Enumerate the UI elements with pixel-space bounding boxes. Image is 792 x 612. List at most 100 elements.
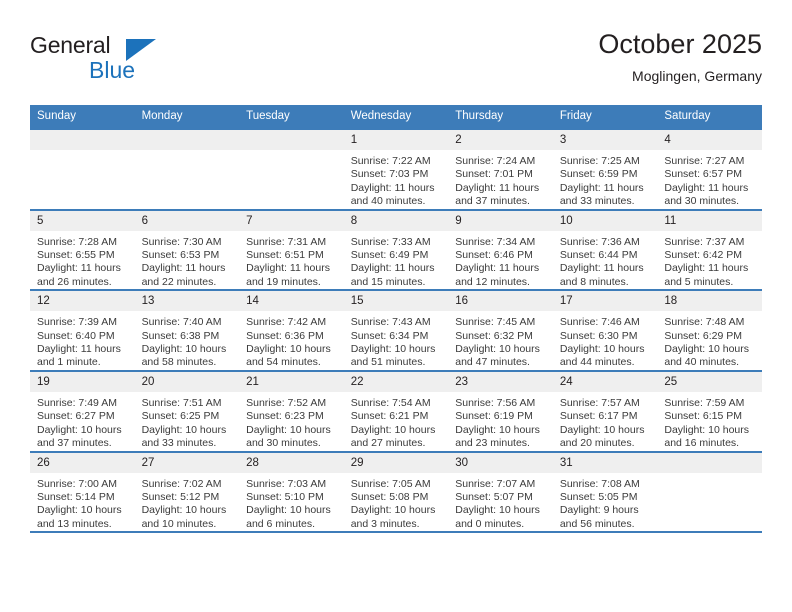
day-sun-info: Sunrise: 7:42 AM Sunset: 6:36 PM Daylight:… — [239, 311, 344, 370]
day-number: 31 — [552, 452, 658, 473]
day-daylight-text: Daylight: 11 hours — [37, 343, 121, 356]
day-daylight-text: and 37 minutes. — [37, 437, 112, 450]
calendar-day-cell[interactable]: 18 Sunrise: 7:48 AM Sunset: 6:29 PM Dayligh… — [657, 289, 762, 371]
calendar-week-row: 12 Sunrise: 7:39 AM Sunset: 6:40 PM Dayligh… — [30, 289, 762, 371]
day-number: 21 — [239, 371, 344, 392]
calendar-day-cell[interactable]: 20 Sunrise: 7:51 AM Sunset: 6:25 PM Dayligh… — [134, 369, 240, 452]
day-sun-info: Sunrise: 7:33 AM Sunset: 6:49 PM Daylight:… — [344, 231, 449, 290]
day-sunrise-text: Sunrise: 7:07 AM — [455, 477, 536, 490]
calendar-day-cell[interactable]: 7 Sunrise: 7:31 AM Sunset: 6:51 PM Daylight… — [239, 208, 344, 291]
day-number — [30, 130, 135, 150]
general-blue-logo[interactable]: General Blue — [30, 32, 230, 88]
day-number: 7 — [239, 210, 344, 231]
day-daylight-text: and 1 minute. — [37, 356, 101, 369]
day-daylight-text: Daylight: 10 hours — [246, 423, 331, 436]
day-daylight-text: and 13 minutes. — [37, 517, 112, 530]
day-number: 1 — [343, 130, 449, 150]
day-sun-info: Sunrise: 7:46 AM Sunset: 6:30 PM Daylight:… — [553, 311, 658, 370]
calendar-day-cell[interactable]: 13 Sunrise: 7:40 AM Sunset: 6:38 PM Dayligh… — [134, 289, 240, 371]
day-sunrise-text: Sunrise: 7:31 AM — [246, 235, 327, 248]
calendar-day-cell[interactable]: 12 Sunrise: 7:39 AM Sunset: 6:40 PM Dayligh… — [30, 289, 135, 371]
day-sunset-text: Sunset: 6:42 PM — [664, 249, 743, 262]
day-daylight-text: Daylight: 11 hours — [455, 181, 540, 194]
calendar-day-cell[interactable]: 15 Sunrise: 7:43 AM Sunset: 6:34 PM Dayligh… — [343, 289, 449, 371]
calendar-day-cell[interactable]: 9 Sunrise: 7:34 AM Sunset: 6:46 PM Daylight… — [448, 208, 553, 291]
calendar-day-cell[interactable]: 26 Sunrise: 7:00 AM Sunset: 5:14 PM Dayligh… — [30, 450, 135, 534]
day-daylight-text: Daylight: 10 hours — [350, 423, 436, 436]
calendar-day-cell[interactable]: 6 Sunrise: 7:30 AM Sunset: 6:53 PM Daylight… — [134, 208, 240, 291]
calendar-day-cell[interactable]: 31 Sunrise: 7:08 AM Sunset: 5:05 PM Dayligh… — [552, 450, 658, 534]
calendar-table: Sunday Monday Tuesday Wednesday Thursday Frid… — [30, 105, 762, 534]
page-subtitle: Moglingen, Germany — [632, 68, 762, 84]
calendar-day-cell[interactable]: 24 Sunrise: 7:57 AM Sunset: 6:17 PM Dayligh… — [552, 369, 658, 452]
day-daylight-text: Daylight: 11 hours — [559, 181, 644, 194]
day-sunrise-text: Sunrise: 7:37 AM — [664, 235, 745, 248]
calendar-day-cell[interactable]: 29 Sunrise: 7:05 AM Sunset: 5:08 PM Dayligh… — [343, 450, 449, 534]
day-sun-info: Sunrise: 7:57 AM Sunset: 6:17 PM Daylight:… — [553, 392, 658, 451]
calendar-day-cell[interactable]: 16 Sunrise: 7:45 AM Sunset: 6:32 PM Dayligh… — [448, 289, 553, 371]
day-sun-info: Sunrise: 7:30 AM Sunset: 6:53 PM Daylight:… — [135, 231, 240, 290]
day-sun-info: Sunrise: 7:02 AM Sunset: 5:12 PM Daylight:… — [135, 473, 240, 532]
day-daylight-text: and 8 minutes. — [559, 275, 629, 288]
day-sunset-text: Sunset: 6:44 PM — [559, 249, 638, 262]
day-sunrise-text: Sunrise: 7:56 AM — [455, 396, 536, 409]
day-number: 25 — [657, 371, 762, 392]
day-sunrise-text: Sunrise: 7:25 AM — [559, 155, 640, 167]
day-sunset-text: Sunset: 6:19 PM — [455, 410, 533, 423]
calendar-day-cell[interactable]: 2 Sunrise: 7:24 AM Sunset: 7:01 PM Daylight… — [448, 128, 553, 210]
calendar-day-cell[interactable]: 23 Sunrise: 7:56 AM Sunset: 6:19 PM Dayligh… — [448, 369, 553, 452]
day-sunset-text: Sunset: 6:17 PM — [559, 410, 638, 423]
calendar-day-cell[interactable]: 19 Sunrise: 7:49 AM Sunset: 6:27 PM Dayligh… — [30, 369, 135, 452]
day-daylight-text: and 15 minutes. — [350, 275, 426, 288]
day-number: 6 — [134, 210, 240, 231]
day-number — [239, 130, 344, 150]
day-daylight-text: and 58 minutes. — [141, 356, 217, 369]
day-daylight-text: Daylight: 10 hours — [37, 504, 122, 517]
calendar-day-cell[interactable]: 3 Sunrise: 7:25 AM Sunset: 6:59 PM Daylight… — [552, 128, 658, 210]
day-daylight-text: Daylight: 11 hours — [664, 262, 749, 275]
day-daylight-text: Daylight: 10 hours — [455, 343, 540, 356]
day-sunrise-text: Sunrise: 7:33 AM — [350, 235, 431, 248]
day-daylight-text: and 44 minutes. — [559, 356, 635, 369]
calendar-day-cell[interactable]: 30 Sunrise: 7:07 AM Sunset: 5:07 PM Dayligh… — [448, 450, 553, 534]
calendar-day-cell[interactable]: 1 Sunrise: 7:22 AM Sunset: 7:03 PM Daylight… — [343, 128, 449, 210]
calendar-day-cell[interactable]: 22 Sunrise: 7:54 AM Sunset: 6:21 PM Dayligh… — [343, 369, 449, 452]
day-daylight-text: Daylight: 11 hours — [350, 181, 435, 194]
day-number: 15 — [343, 291, 449, 312]
day-number: 3 — [552, 130, 658, 150]
weekday-header-thursday: Thursday — [448, 105, 553, 129]
day-sunrise-text: Sunrise: 7:36 AM — [559, 235, 640, 248]
day-sunrise-text: Sunrise: 7:51 AM — [141, 396, 222, 409]
calendar-day-cell[interactable]: 21 Sunrise: 7:52 AM Sunset: 6:23 PM Dayligh… — [239, 369, 344, 452]
day-daylight-text: Daylight: 10 hours — [350, 343, 436, 356]
day-number: 10 — [552, 210, 658, 231]
day-sunset-text: Sunset: 6:49 PM — [350, 249, 429, 262]
day-daylight-text: Daylight: 10 hours — [559, 423, 645, 436]
day-sunrise-text: Sunrise: 7:00 AM — [37, 477, 117, 490]
day-sunset-text: Sunset: 6:51 PM — [246, 249, 324, 262]
day-sunset-text: Sunset: 5:07 PM — [455, 490, 533, 503]
day-sunset-text: Sunset: 6:32 PM — [455, 329, 533, 342]
calendar-day-cell[interactable]: 27 Sunrise: 7:02 AM Sunset: 5:12 PM Dayligh… — [134, 450, 240, 534]
calendar-day-cell[interactable]: 25 Sunrise: 7:59 AM Sunset: 6:15 PM Dayligh… — [657, 369, 762, 452]
day-sunrise-text: Sunrise: 7:03 AM — [246, 477, 327, 490]
day-sun-info: Sunrise: 7:36 AM Sunset: 6:44 PM Daylight:… — [553, 231, 658, 290]
day-number: 14 — [239, 291, 344, 312]
calendar-day-cell[interactable]: 14 Sunrise: 7:42 AM Sunset: 6:36 PM Dayligh… — [239, 289, 344, 371]
day-daylight-text: Daylight: 9 hours — [559, 504, 639, 517]
day-number: 30 — [448, 452, 553, 473]
day-daylight-text: Daylight: 10 hours — [559, 343, 645, 356]
day-sunset-text: Sunset: 6:36 PM — [246, 329, 324, 342]
day-sun-info: Sunrise: 7:31 AM Sunset: 6:51 PM Daylight:… — [239, 231, 344, 290]
calendar-day-cell[interactable]: 10 Sunrise: 7:36 AM Sunset: 6:44 PM Dayligh… — [552, 208, 658, 291]
day-sunrise-text: Sunrise: 7:08 AM — [559, 477, 640, 490]
day-daylight-text: and 22 minutes. — [141, 275, 217, 288]
day-sunrise-text: Sunrise: 7:49 AM — [37, 396, 117, 409]
calendar-day-cell[interactable]: 5 Sunrise: 7:28 AM Sunset: 6:55 PM Daylight… — [30, 208, 135, 291]
calendar-day-cell[interactable]: 28 Sunrise: 7:03 AM Sunset: 5:10 PM Dayligh… — [239, 450, 344, 534]
calendar-day-cell[interactable]: 17 Sunrise: 7:46 AM Sunset: 6:30 PM Dayligh… — [552, 289, 658, 371]
calendar-day-cell-empty — [30, 128, 135, 210]
calendar-day-cell[interactable]: 8 Sunrise: 7:33 AM Sunset: 6:49 PM Daylight… — [343, 208, 449, 291]
calendar-day-cell[interactable]: 4 Sunrise: 7:27 AM Sunset: 6:57 PM Daylight… — [657, 128, 762, 210]
calendar-day-cell[interactable]: 11 Sunrise: 7:37 AM Sunset: 6:42 PM Dayligh… — [657, 208, 762, 291]
